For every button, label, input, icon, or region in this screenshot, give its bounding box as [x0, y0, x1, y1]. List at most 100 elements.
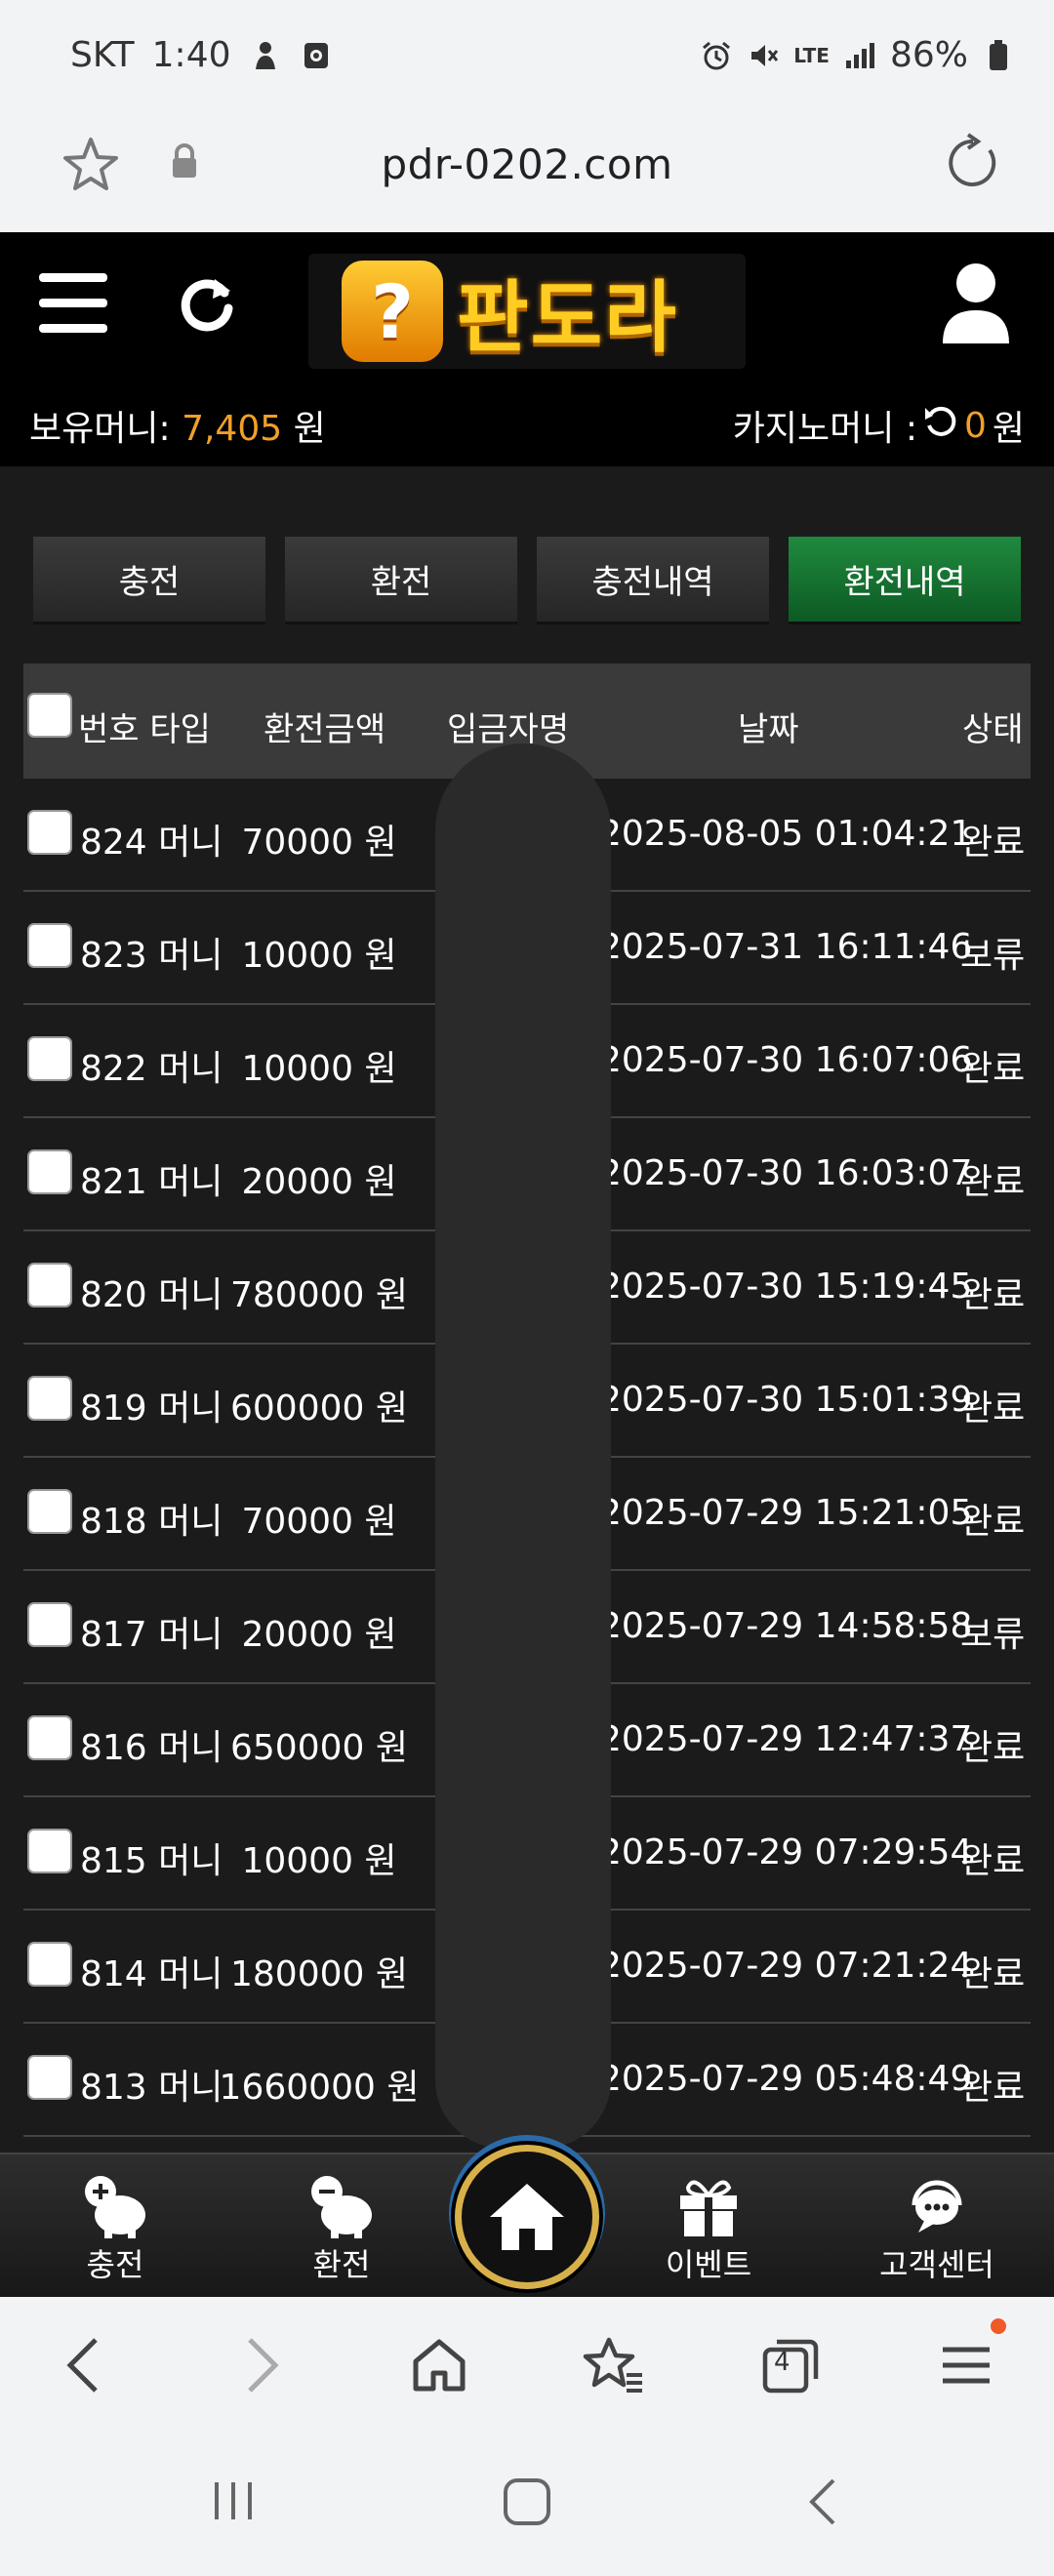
- refresh-icon[interactable]: [176, 271, 238, 334]
- logo-badge: ?: [342, 261, 443, 362]
- row-amount: 650000 원: [230, 1728, 408, 1768]
- status-bar: SKT 1:40 LTE 86%: [0, 0, 1054, 115]
- row-num-type: 819 머니: [80, 1380, 223, 1430]
- recent-apps-icon[interactable]: [209, 2476, 258, 2529]
- row-num: 816: [80, 1728, 147, 1768]
- row-status: 완료: [960, 1841, 1026, 1881]
- row-checkbox[interactable]: [27, 810, 72, 855]
- home-button[interactable]: [455, 2145, 599, 2289]
- piggy-plus-icon: [37, 2172, 193, 2240]
- row-checkbox[interactable]: [27, 1489, 72, 1534]
- nav-charge-label: 충전: [86, 2246, 144, 2283]
- row-status: 완료: [960, 1275, 1026, 1315]
- site-logo[interactable]: ? 판도라: [308, 254, 746, 369]
- row-amount: 780000 원: [230, 1275, 408, 1315]
- casino-money: 카지노머니 : 0 원: [733, 400, 1025, 451]
- main-content: 충전 환전 충전내역 환전내역 번호 타입 환전금액 입금자명 날짜 상태 82…: [0, 466, 1054, 2153]
- row-date: 2025-07-29 12:47:37: [599, 1719, 973, 1759]
- tab-exchange-history[interactable]: 환전내역: [789, 537, 1021, 624]
- row-status: 완료: [960, 1954, 1026, 1994]
- row-checkbox[interactable]: [27, 1829, 72, 1873]
- browser-home-icon[interactable]: [410, 2336, 468, 2398]
- header-amount: 환전금액: [264, 710, 386, 749]
- tabs-icon[interactable]: 4: [761, 2336, 820, 2398]
- row-num-type: 818 머니: [80, 1493, 223, 1544]
- row-date: 2025-07-29 15:21:05: [599, 1493, 973, 1533]
- browser-menu-icon[interactable]: [939, 2336, 993, 2398]
- row-date: 2025-07-29 05:48:49: [599, 2059, 973, 2099]
- row-status: 완료: [960, 1389, 1026, 1429]
- row-amount: 20000 원: [241, 1162, 397, 1202]
- row-num-type: 823 머니: [80, 927, 223, 978]
- chat-support-icon: [859, 2172, 1015, 2240]
- header-num-type: 번호 타입: [78, 710, 211, 749]
- row-checkbox[interactable]: [27, 1376, 72, 1421]
- casino-money-label: 카지노머니 :: [732, 409, 917, 449]
- bookmarks-icon[interactable]: [582, 2336, 644, 2398]
- row-date: 2025-07-29 07:29:54: [599, 1832, 973, 1872]
- casino-refresh-icon[interactable]: [923, 404, 958, 448]
- home-icon: [490, 2184, 564, 2250]
- row-num: 818: [80, 1502, 147, 1542]
- network-type: LTE: [793, 43, 830, 67]
- notification-dot: [991, 2318, 1006, 2334]
- tab-charge[interactable]: 충전: [33, 537, 265, 624]
- redaction-overlay: [435, 744, 611, 2149]
- row-date: 2025-07-31 16:11:46: [599, 927, 973, 967]
- carrier: SKT: [70, 35, 135, 75]
- row-amount: 10000 원: [241, 936, 397, 976]
- row-status: 보류: [960, 1615, 1026, 1655]
- system-navigation-bar: [0, 2434, 1054, 2576]
- row-checkbox[interactable]: [27, 1036, 72, 1081]
- row-checkbox[interactable]: [27, 1149, 72, 1194]
- row-checkbox[interactable]: [27, 1263, 72, 1308]
- held-money-unit: 원: [293, 409, 326, 449]
- row-date: 2025-07-30 15:01:39: [599, 1380, 973, 1420]
- nav-support[interactable]: 고객센터: [859, 2172, 1015, 2285]
- nav-charge[interactable]: 충전: [37, 2172, 193, 2285]
- user-profile-icon[interactable]: [937, 260, 1015, 347]
- row-amount: 600000 원: [230, 1389, 408, 1429]
- row-checkbox[interactable]: [27, 1715, 72, 1760]
- header-depositor: 입금자명: [447, 710, 570, 749]
- row-status: 완료: [960, 823, 1026, 863]
- forward-icon[interactable]: [242, 2336, 281, 2398]
- tab-charge-history[interactable]: 충전내역: [537, 537, 769, 624]
- row-checkbox[interactable]: [27, 1942, 72, 1987]
- nav-exchange-label: 환전: [312, 2246, 371, 2283]
- row-date: 2025-07-29 14:58:58: [599, 1606, 973, 1646]
- row-status: 완료: [960, 2068, 1026, 2108]
- url-text[interactable]: pdr-0202.com: [0, 141, 1054, 188]
- row-checkbox[interactable]: [27, 923, 72, 968]
- menu-hamburger-icon[interactable]: [39, 273, 107, 334]
- casino-money-value: 0: [963, 405, 987, 446]
- row-status: 완료: [960, 1049, 1026, 1089]
- back-icon[interactable]: [64, 2336, 103, 2398]
- nav-event[interactable]: 이벤트: [630, 2172, 787, 2285]
- select-all-checkbox[interactable]: [27, 693, 72, 738]
- row-date: 2025-07-30 15:19:45: [599, 1267, 973, 1307]
- row-status: 보류: [960, 936, 1026, 976]
- row-status: 완료: [960, 1728, 1026, 1768]
- row-date: 2025-07-30 16:03:07: [599, 1153, 973, 1193]
- tab-exchange[interactable]: 환전: [285, 537, 517, 624]
- clock: 1:40: [151, 35, 231, 75]
- reload-icon[interactable]: [943, 133, 1003, 197]
- row-amount: 1660000 원: [219, 2068, 420, 2108]
- row-num: 813: [80, 2068, 147, 2108]
- screen-record-icon: [300, 39, 333, 72]
- row-num-type: 814 머니: [80, 1946, 223, 1996]
- money-bar: 보유머니: 7,405 원 카지노머니 : 0 원: [0, 379, 1054, 466]
- signal-icon: [843, 39, 876, 72]
- row-num: 817: [80, 1615, 147, 1655]
- system-home-icon[interactable]: [502, 2476, 552, 2531]
- nav-exchange[interactable]: 환전: [264, 2172, 420, 2285]
- row-num: 819: [80, 1389, 147, 1429]
- browser-toolbar: 4: [0, 2297, 1054, 2434]
- row-checkbox[interactable]: [27, 1602, 72, 1647]
- row-num-type: 822 머니: [80, 1040, 223, 1091]
- system-back-icon[interactable]: [804, 2476, 843, 2531]
- row-date: 2025-07-29 07:21:24: [599, 1946, 973, 1986]
- row-status: 완료: [960, 1162, 1026, 1202]
- row-checkbox[interactable]: [27, 2055, 72, 2100]
